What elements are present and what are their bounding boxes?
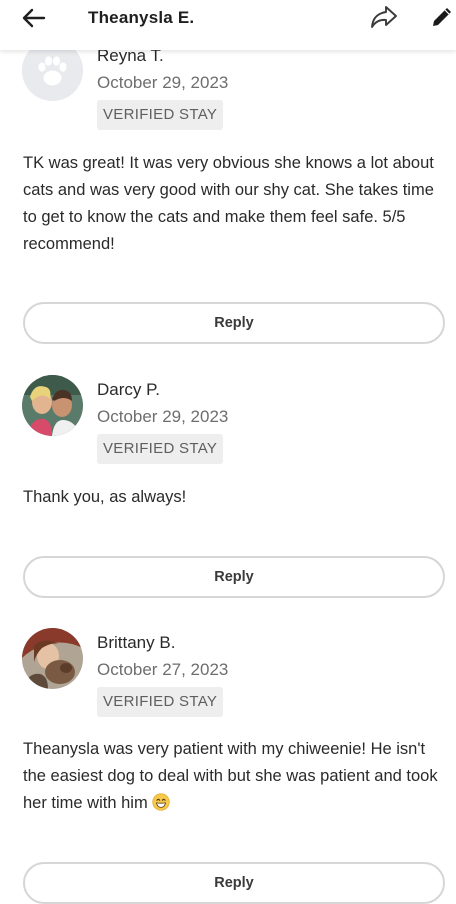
review-date: October 27, 2023 (97, 660, 229, 679)
app-header: Theanysla E. (0, 0, 456, 50)
arrow-left-icon[interactable] (20, 6, 48, 30)
page-title: Theanysla E. (88, 8, 195, 27)
review-text: Thank you, as always! (23, 488, 187, 506)
review-text-content: Theanysla was very patient with my chiwe… (23, 740, 438, 812)
share-icon[interactable] (368, 3, 400, 31)
verified-stay-badge: VERIFIED STAY (97, 100, 224, 130)
review-date: October 29, 2023 (97, 73, 229, 92)
review-text: TK was great! It was very obvious she kn… (23, 154, 434, 253)
reply-button[interactable]: Reply (23, 302, 445, 344)
user-photo (22, 375, 83, 436)
reply-button[interactable]: Reply (23, 556, 445, 598)
verified-stay-badge: VERIFIED STAY (97, 687, 224, 717)
verified-stay-badge: VERIFIED STAY (97, 434, 224, 464)
reviewer-name: Darcy P. (97, 380, 160, 399)
grinning-face-emoji (152, 793, 170, 811)
reviewer-avatar (22, 375, 83, 436)
review-date: October 29, 2023 (97, 407, 229, 426)
review-text: Theanysla was very patient with my chiwe… (23, 736, 443, 817)
reviewer-avatar (22, 628, 83, 689)
reviewer-name: Brittany B. (97, 633, 176, 652)
pencil-icon[interactable] (429, 4, 455, 30)
user-photo (22, 628, 83, 689)
